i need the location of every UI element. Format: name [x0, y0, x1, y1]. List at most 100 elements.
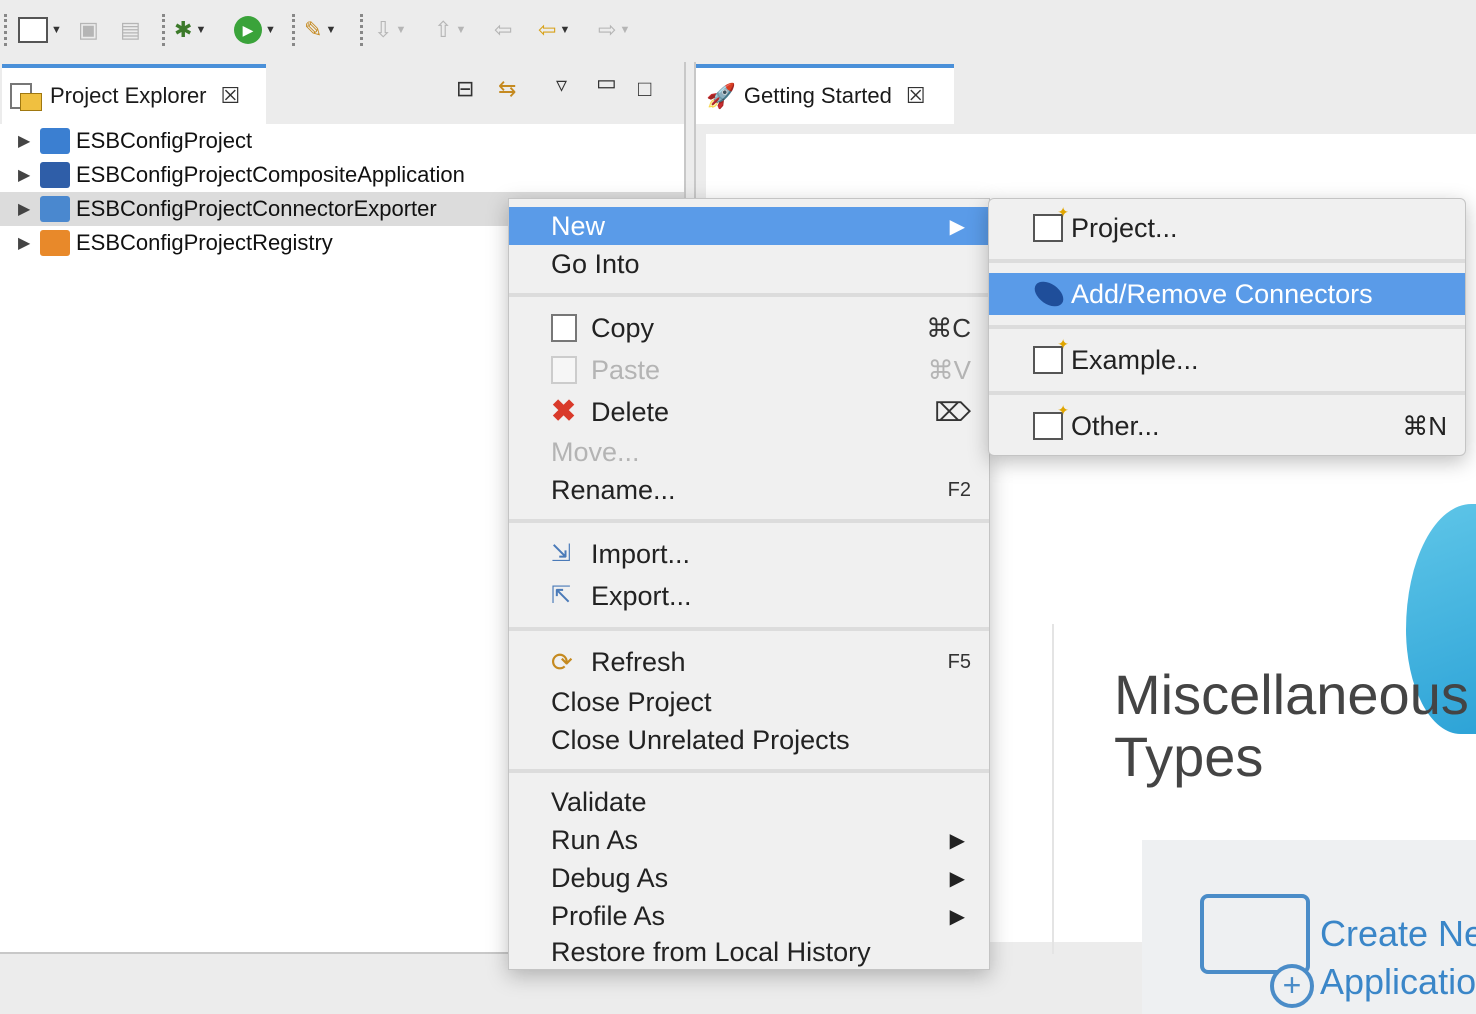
chevron-down-icon[interactable]: ▼: [195, 24, 206, 36]
forward-arrow-icon: ⇨: [598, 17, 617, 42]
previous-annotation-button[interactable]: ⇧ ▼: [434, 14, 466, 46]
refresh-icon: ⟳: [551, 647, 573, 677]
chevron-down-icon[interactable]: ▼: [559, 24, 570, 36]
new-project-icon: [1033, 204, 1069, 242]
submenu-arrow-icon: ▶: [949, 905, 965, 928]
maximize-icon[interactable]: □: [638, 76, 651, 102]
project-name: ESBConfigProjectRegistry: [76, 230, 333, 255]
menu-item-new[interactable]: New ▶: [509, 207, 989, 245]
submenu-arrow-icon: ▶: [949, 215, 965, 238]
menu-item-copy[interactable]: Copy ⌘C: [509, 309, 989, 347]
next-annotation-icon: ⇩: [374, 17, 393, 42]
composite-app-icon: [40, 162, 70, 188]
menu-item-delete[interactable]: ✖ Delete ⌦: [509, 393, 989, 431]
menu-item-debug-as[interactable]: Debug As ▶: [509, 859, 989, 897]
submenu-item-project[interactable]: Project...: [989, 204, 1465, 249]
paste-icon: [551, 356, 577, 384]
menu-item-restore-local-history[interactable]: Restore from Local History: [509, 933, 989, 971]
chevron-down-icon[interactable]: ▼: [619, 24, 630, 36]
debug-button[interactable]: ✱ ▼: [174, 14, 206, 46]
menu-item-close-project[interactable]: Close Project: [509, 683, 989, 721]
toolbar-separator: [292, 14, 298, 46]
last-edit-icon: ⇦: [494, 17, 513, 42]
collapse-all-icon[interactable]: ⊟: [456, 76, 474, 102]
submenu-arrow-icon: ▶: [949, 829, 965, 852]
expand-arrow-icon[interactable]: ▶: [18, 199, 34, 219]
submenu-item-example[interactable]: Example...: [989, 336, 1465, 381]
expand-arrow-icon[interactable]: ▶: [18, 165, 34, 185]
project-name: ESBConfigProjectConnectorExporter: [76, 196, 437, 221]
registry-project-icon: [40, 230, 70, 256]
menu-item-export[interactable]: ⇱ Export...: [509, 577, 989, 615]
create-new-application-card[interactable]: + Create New Application: [1142, 840, 1476, 1014]
inbox-add-icon: [1200, 894, 1310, 974]
chevron-down-icon[interactable]: ▼: [265, 24, 276, 36]
menu-separator: [509, 519, 989, 523]
submenu-item-other[interactable]: Other... ⌘N: [989, 402, 1465, 447]
context-menu: New ▶ Go Into Copy ⌘C Paste ⌘V ✖ Delete …: [508, 198, 990, 970]
create-new-application-link[interactable]: Create New Application: [1320, 910, 1476, 1006]
minimize-icon[interactable]: ▭: [596, 70, 617, 96]
menu-separator: [989, 325, 1465, 329]
connector-icon: [1030, 276, 1068, 312]
toolbar-grip: [4, 14, 10, 46]
bug-icon: ✱: [174, 17, 193, 42]
view-menu-icon[interactable]: ▿: [556, 72, 567, 98]
link-with-editor-icon[interactable]: ⇆: [498, 76, 516, 102]
tab-getting-started[interactable]: 🚀 Getting Started ☒: [696, 64, 954, 124]
save-button[interactable]: ▣: [78, 14, 99, 46]
external-tools-icon: ✎: [304, 17, 323, 42]
new-wizard-icon: [18, 17, 48, 43]
tab-project-explorer[interactable]: Project Explorer ☒: [2, 64, 266, 124]
forward-button[interactable]: ⇨ ▼: [598, 14, 630, 46]
close-icon[interactable]: ☒: [906, 83, 926, 109]
menu-item-profile-as[interactable]: Profile As ▶: [509, 897, 989, 935]
menu-separator: [509, 293, 989, 297]
back-arrow-icon: ⇦: [538, 17, 557, 42]
external-tools-button[interactable]: ✎ ▼: [304, 14, 336, 46]
back-button[interactable]: ⇦ ▼: [538, 14, 570, 46]
menu-separator: [989, 259, 1465, 263]
chevron-down-icon[interactable]: ▼: [51, 24, 62, 36]
menu-item-paste[interactable]: Paste ⌘V: [509, 351, 989, 389]
expand-arrow-icon[interactable]: ▶: [18, 131, 34, 151]
expand-arrow-icon[interactable]: ▶: [18, 233, 34, 253]
menu-item-refresh[interactable]: ⟳ Refresh F5: [509, 643, 989, 681]
menu-item-close-unrelated[interactable]: Close Unrelated Projects: [509, 721, 989, 759]
main-toolbar: ▼ ▣ ▤ ✱ ▼ ▶ ▼ ✎ ▼ ⇩ ▼ ⇧ ▼ ⇦ ⇦ ▼ ⇨ ▼: [0, 0, 1476, 62]
menu-item-run-as[interactable]: Run As ▶: [509, 821, 989, 859]
import-icon: ⇲: [551, 540, 572, 567]
save-all-button[interactable]: ▤: [120, 14, 141, 46]
menu-item-go-into[interactable]: Go Into: [509, 245, 989, 283]
last-edit-location-button[interactable]: ⇦: [494, 14, 512, 46]
new-wizard-button[interactable]: ▼: [18, 14, 62, 46]
save-icon: ▣: [78, 17, 99, 42]
menu-item-import[interactable]: ⇲ Import...: [509, 535, 989, 573]
menu-separator: [509, 769, 989, 773]
submenu-item-add-remove-connectors[interactable]: Add/Remove Connectors: [989, 273, 1465, 315]
section-heading: Miscellaneous P Types: [1114, 663, 1476, 788]
menu-item-validate[interactable]: Validate: [509, 783, 989, 821]
run-button[interactable]: ▶ ▼: [234, 14, 276, 46]
toolbar-separator: [162, 14, 168, 46]
chevron-down-icon[interactable]: ▼: [325, 24, 336, 36]
tree-item[interactable]: ▶ ESBConfigProject: [0, 124, 684, 158]
new-other-icon: [1033, 402, 1069, 440]
rocket-icon: 🚀: [706, 82, 736, 110]
menu-item-rename[interactable]: Rename... F2: [509, 471, 989, 509]
previous-annotation-icon: ⇧: [434, 17, 453, 42]
column-divider: [1052, 624, 1054, 954]
tab-label: Project Explorer: [50, 83, 207, 108]
next-annotation-button[interactable]: ⇩ ▼: [374, 14, 406, 46]
connector-exporter-icon: [40, 196, 70, 222]
delete-icon: ✖: [551, 395, 577, 428]
chevron-down-icon[interactable]: ▼: [455, 24, 466, 36]
project-name: ESBConfigProjectCompositeApplication: [76, 162, 465, 187]
close-icon[interactable]: ☒: [221, 83, 241, 109]
menu-item-move[interactable]: Move...: [509, 433, 989, 471]
export-icon: ⇱: [551, 582, 572, 609]
chevron-down-icon[interactable]: ▼: [395, 24, 406, 36]
tree-item[interactable]: ▶ ESBConfigProjectCompositeApplication: [0, 158, 684, 192]
project-name: ESBConfigProject: [76, 128, 253, 153]
new-submenu: Project... Add/Remove Connectors Example…: [988, 198, 1466, 456]
